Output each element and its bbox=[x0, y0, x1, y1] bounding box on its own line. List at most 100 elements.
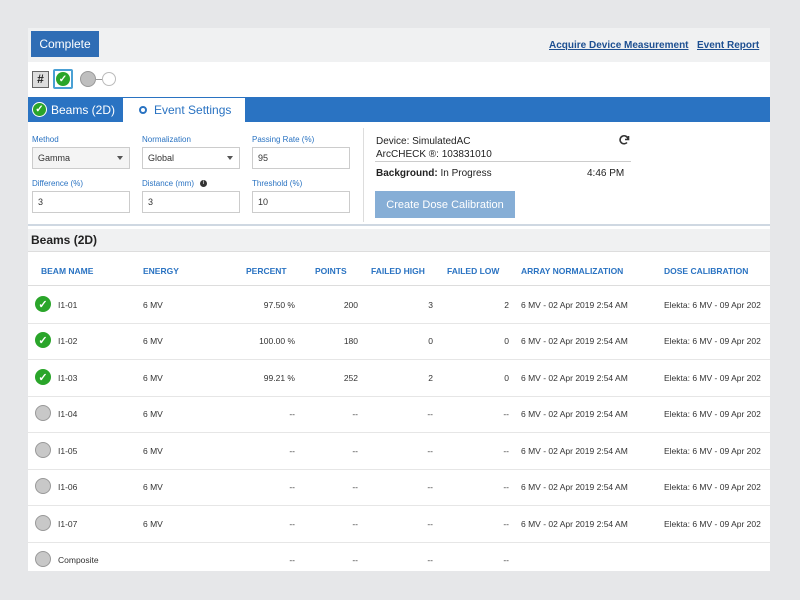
check-circle-icon: ✓ bbox=[35, 332, 51, 348]
cell-dose-calibration: Elekta: 6 MV - 09 Apr 202 bbox=[664, 373, 761, 383]
cell-energy: 6 MV bbox=[143, 373, 163, 383]
cell-array-normalization: 6 MV - 02 Apr 2019 2:54 AM bbox=[521, 336, 628, 346]
panel-divider bbox=[363, 128, 364, 222]
column-header-array-normalization[interactable]: ARRAY NORMALIZATION bbox=[521, 266, 623, 276]
cell-percent: -- bbox=[289, 555, 295, 565]
tab-label: Beams (2D) bbox=[51, 102, 116, 117]
cell-failed-low: 0 bbox=[504, 336, 509, 346]
column-header-failed-low[interactable]: FAILED LOW bbox=[447, 266, 499, 276]
acquire-device-measurement-link[interactable]: Acquire Device Measurement bbox=[549, 40, 689, 51]
cell-percent: -- bbox=[289, 519, 295, 529]
step-pending-icon[interactable] bbox=[80, 71, 96, 87]
tab-beams-2d[interactable]: ✓ Beams (2D) bbox=[28, 97, 122, 122]
info-icon[interactable]: i bbox=[200, 180, 208, 188]
cell-failed-high: -- bbox=[427, 519, 433, 529]
cell-percent: 97.50 % bbox=[263, 300, 295, 310]
distance-input[interactable]: 3 bbox=[142, 191, 240, 213]
cell-failed-high: -- bbox=[427, 409, 433, 419]
app-window: Complete Acquire Device Measurement Even… bbox=[28, 28, 770, 571]
pending-circle-icon bbox=[35, 478, 51, 494]
normalization-value: Global bbox=[148, 153, 175, 163]
threshold-input[interactable]: 10 bbox=[252, 191, 350, 213]
table-row[interactable]: ✓ I1-02 6 MV 100.00 % 180 0 0 6 MV - 02 Apr 201… bbox=[28, 323, 770, 360]
threshold-value: 10 bbox=[258, 197, 269, 207]
cell-percent: 100.00 % bbox=[259, 336, 295, 346]
step-complete-icon[interactable]: ✓ bbox=[53, 69, 73, 89]
table-row[interactable]: ✓ I1-01 6 MV 97.50 % 200 3 2 6 MV - 02 Apr 2019… bbox=[28, 287, 770, 324]
normalization-label: Normalization bbox=[142, 135, 191, 144]
difference-input[interactable]: 3 bbox=[32, 191, 130, 213]
cell-percent: -- bbox=[289, 482, 295, 492]
cell-beam-name: I1-06 bbox=[58, 482, 78, 492]
check-circle-icon: ✓ bbox=[35, 296, 51, 312]
cell-points: -- bbox=[352, 482, 358, 492]
passing-rate-value: 95 bbox=[258, 153, 269, 163]
cell-points: 252 bbox=[343, 373, 358, 383]
normalization-select[interactable]: Global bbox=[142, 147, 240, 169]
distance-value: 3 bbox=[148, 197, 154, 207]
tab-event-settings[interactable]: Event Settings bbox=[123, 98, 245, 122]
tab-label: Event Settings bbox=[154, 103, 232, 117]
cell-failed-low: -- bbox=[503, 446, 509, 456]
column-header-beam-name[interactable]: BEAM NAME bbox=[41, 266, 93, 276]
cell-array-normalization: 6 MV - 02 Apr 2019 2:54 AM bbox=[521, 519, 628, 529]
cell-beam-name: I1-01 bbox=[58, 300, 78, 310]
pending-circle-icon bbox=[35, 442, 51, 458]
method-select[interactable]: Gamma bbox=[32, 147, 130, 169]
cell-failed-low: -- bbox=[503, 519, 509, 529]
cell-failed-low: 0 bbox=[504, 373, 509, 383]
cell-percent: -- bbox=[289, 446, 295, 456]
table-row[interactable]: ✓ I1-03 6 MV 99.21 % 252 2 0 6 MV - 02 Apr 2019… bbox=[28, 360, 770, 397]
cell-points: -- bbox=[352, 409, 358, 419]
cell-points: -- bbox=[352, 555, 358, 565]
passing-rate-label: Passing Rate (%) bbox=[252, 135, 315, 144]
column-header-dose-calibration[interactable]: DOSE CALIBRATION bbox=[664, 266, 748, 276]
pending-circle-icon bbox=[35, 515, 51, 531]
cell-failed-high: -- bbox=[427, 555, 433, 565]
cell-failed-low: -- bbox=[503, 555, 509, 565]
cell-dose-calibration: Elekta: 6 MV - 09 Apr 202 bbox=[664, 300, 761, 310]
cell-energy: 6 MV bbox=[143, 482, 163, 492]
table-row[interactable]: I1-07 6 MV -- -- -- -- 6 MV - 02 Apr 2019 2:54… bbox=[28, 506, 770, 543]
cell-beam-name: I1-02 bbox=[58, 336, 78, 346]
cell-points: -- bbox=[352, 519, 358, 529]
cell-percent: 99.21 % bbox=[263, 373, 295, 383]
table-row[interactable]: I1-04 6 MV -- -- -- -- 6 MV - 02 Apr 2019 2:54… bbox=[28, 396, 770, 433]
column-header-failed-high[interactable]: FAILED HIGH bbox=[371, 266, 425, 276]
cell-points: -- bbox=[352, 446, 358, 456]
background-time: 4:46 PM bbox=[587, 168, 625, 179]
pending-circle-icon bbox=[35, 551, 51, 567]
cell-array-normalization: 6 MV - 02 Apr 2019 2:54 AM bbox=[521, 373, 628, 383]
complete-button[interactable]: Complete bbox=[31, 31, 99, 57]
cell-failed-high: -- bbox=[427, 482, 433, 492]
cell-energy: 6 MV bbox=[143, 409, 163, 419]
chevron-down-icon bbox=[117, 156, 123, 160]
table-row[interactable]: Composite -- -- -- -- bbox=[28, 542, 770, 571]
cell-array-normalization: 6 MV - 02 Apr 2019 2:54 AM bbox=[521, 409, 628, 419]
create-dose-calibration-button[interactable]: Create Dose Calibration bbox=[375, 191, 515, 218]
top-toolbar: Complete Acquire Device Measurement Even… bbox=[28, 28, 770, 62]
step-empty-icon[interactable] bbox=[102, 72, 116, 86]
column-header-percent[interactable]: PERCENT bbox=[246, 266, 287, 276]
cell-dose-calibration: Elekta: 6 MV - 09 Apr 202 bbox=[664, 446, 761, 456]
table-row[interactable]: I1-06 6 MV -- -- -- -- 6 MV - 02 Apr 2019 2:54… bbox=[28, 469, 770, 506]
refresh-icon[interactable] bbox=[618, 134, 630, 146]
method-value: Gamma bbox=[38, 153, 71, 163]
difference-label: Difference (%) bbox=[32, 179, 83, 188]
event-report-link[interactable]: Event Report bbox=[697, 40, 759, 51]
hash-icon[interactable]: # bbox=[32, 70, 49, 88]
threshold-label: Threshold (%) bbox=[252, 179, 303, 188]
passing-rate-input[interactable]: 95 bbox=[252, 147, 350, 169]
cell-points: 200 bbox=[343, 300, 358, 310]
device-serial: ArcCHECK ®: 103831010 bbox=[376, 149, 492, 160]
check-icon: ✓ bbox=[32, 102, 47, 117]
distance-label: Distance (mm) i bbox=[142, 179, 208, 188]
cell-energy: 6 MV bbox=[143, 300, 163, 310]
table-row[interactable]: I1-05 6 MV -- -- -- -- 6 MV - 02 Apr 2019 2:54… bbox=[28, 433, 770, 470]
cell-beam-name: Composite bbox=[58, 555, 99, 565]
column-header-energy[interactable]: ENERGY bbox=[143, 266, 179, 276]
cell-failed-high: 3 bbox=[428, 300, 433, 310]
chevron-down-icon bbox=[227, 156, 233, 160]
cell-beam-name: I1-07 bbox=[58, 519, 78, 529]
column-header-points[interactable]: POINTS bbox=[315, 266, 347, 276]
